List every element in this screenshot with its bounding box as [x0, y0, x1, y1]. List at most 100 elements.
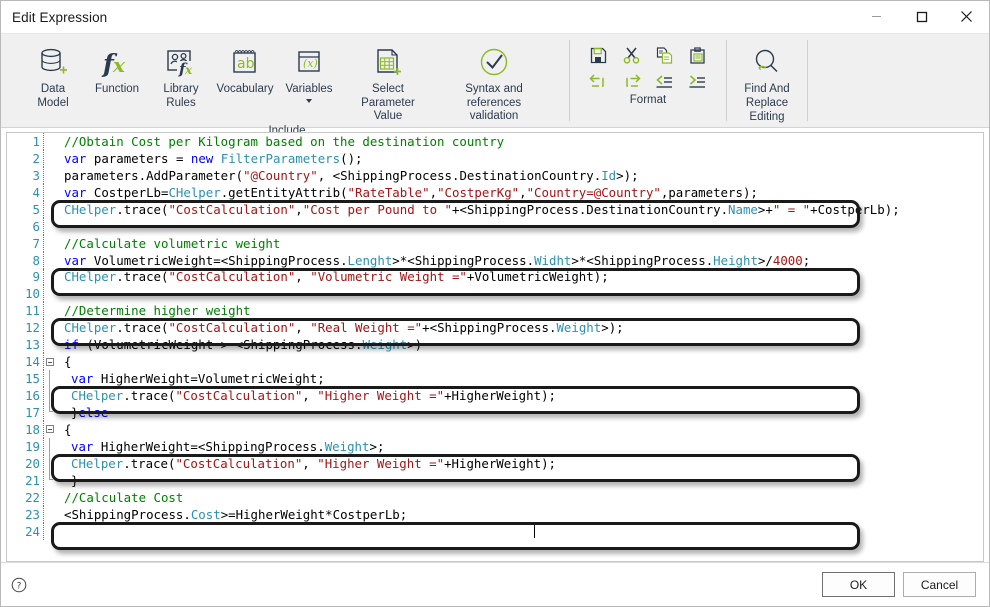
- code-text: parameters.AddParameter("@Country", <Shi…: [64, 167, 639, 183]
- close-button[interactable]: [944, 1, 989, 32]
- code-line[interactable]: 2 var parameters = new FilterParameters()…: [7, 149, 983, 167]
- code-line[interactable]: 13 if (VolumetricWeight > <ShippingProces…: [7, 336, 983, 354]
- code-line[interactable]: 16 CHelper.trace("CostCalculation", "High…: [7, 387, 983, 404]
- outdent-button[interactable]: [650, 69, 679, 94]
- fold-margin[interactable]: [43, 183, 55, 201]
- svg-text:ab: ab: [237, 56, 255, 72]
- fold-guide-line: [49, 454, 50, 472]
- fold-margin[interactable]: [43, 319, 55, 337]
- fold-margin[interactable]: [43, 217, 55, 235]
- fold-collapse-icon[interactable]: [45, 425, 54, 434]
- svg-text:?: ?: [17, 581, 22, 591]
- code-line[interactable]: 9 CHelper.trace("CostCalculation", "Volum…: [7, 268, 983, 286]
- code-text: CHelper.trace("CostCalculation", "Higher…: [71, 455, 556, 471]
- question-mark-circle-icon[interactable]: ?: [10, 576, 28, 594]
- code-line[interactable]: 12 CHelper.trace("CostCalculation", "Real…: [7, 319, 983, 337]
- function-button[interactable]: f x Function: [85, 40, 149, 98]
- footer-button-bar: OK Cancel: [822, 572, 976, 597]
- fold-guide-line: [49, 437, 50, 455]
- function-label: Function: [94, 83, 140, 95]
- syntax-validation-button[interactable]: Syntax and references validation: [435, 40, 553, 125]
- code-line[interactable]: 3 parameters.AddParameter("@Country", <Sh…: [7, 166, 983, 184]
- fold-margin[interactable]: [43, 454, 55, 472]
- variables-button[interactable]: (x) Variables: [277, 40, 341, 104]
- fold-margin[interactable]: [43, 370, 55, 388]
- fold-margin[interactable]: [43, 353, 55, 371]
- chevron-down-icon[interactable]: [306, 98, 312, 103]
- code-line[interactable]: 23 <ShippingProcess.Cost>=HigherWeight*Co…: [7, 505, 983, 523]
- fold-margin[interactable]: [43, 234, 55, 252]
- code-line[interactable]: 8 var VolumetricWeight=<ShippingProcess.L…: [7, 251, 983, 269]
- redo-button[interactable]: [617, 69, 646, 94]
- code-text: }: [71, 472, 79, 488]
- cancel-button[interactable]: Cancel: [903, 572, 976, 597]
- code-line[interactable]: 19 var HigherWeight=<ShippingProcess.Weig…: [7, 437, 983, 455]
- find-and-replace-button[interactable]: Find And Replace: [735, 40, 799, 111]
- library-rules-button[interactable]: f x Library Rules: [149, 40, 213, 111]
- code-line[interactable]: 20 CHelper.trace("CostCalculation", "High…: [7, 454, 983, 472]
- code-lines-container[interactable]: 1 //Obtain Cost per Kilogram based on the…: [7, 133, 983, 561]
- select-parameter-value-button[interactable]: Select Parameter Value: [341, 40, 435, 125]
- code-text: {: [64, 354, 72, 370]
- data-model-button[interactable]: Data Model: [21, 40, 85, 111]
- dialog-footer: ? OK Cancel: [1, 562, 989, 606]
- code-line[interactable]: 17}else: [7, 404, 983, 421]
- fold-margin[interactable]: [43, 505, 55, 523]
- paste-button[interactable]: [683, 42, 712, 69]
- fold-margin[interactable]: [43, 268, 55, 286]
- ok-button[interactable]: OK: [822, 572, 895, 597]
- code-line[interactable]: 15 var HigherWeight=VolumetricWeight;: [7, 370, 983, 388]
- code-line[interactable]: 18 {: [7, 420, 983, 438]
- code-line[interactable]: 5 CHelper.trace("CostCalculation","Cost p…: [7, 200, 983, 218]
- svg-text:x: x: [112, 53, 126, 77]
- fold-collapse-icon[interactable]: [45, 357, 54, 366]
- cut-button[interactable]: [617, 42, 646, 69]
- code-line[interactable]: 11 //Determine higher weight: [7, 302, 983, 320]
- copy-button[interactable]: [650, 42, 679, 69]
- svg-text:x: x: [184, 63, 193, 77]
- indent-button[interactable]: [683, 69, 712, 94]
- fold-margin[interactable]: [43, 133, 55, 150]
- fold-margin[interactable]: [43, 488, 55, 506]
- line-number: 17: [25, 404, 40, 420]
- fold-margin[interactable]: [43, 522, 55, 540]
- undo-arrow-icon: [589, 74, 604, 87]
- fold-margin[interactable]: [43, 336, 55, 354]
- code-line[interactable]: 1 //Obtain Cost per Kilogram based on the…: [7, 133, 983, 150]
- code-line[interactable]: 10: [7, 285, 983, 303]
- code-text: var CostperLb=CHelper.getEntityAttrib("R…: [64, 184, 758, 200]
- data-model-label: Data Model: [37, 83, 69, 109]
- line-number: 22: [25, 489, 40, 505]
- fold-margin[interactable]: [43, 251, 55, 269]
- code-line[interactable]: 4 var CostperLb=CHelper.getEntityAttrib("…: [7, 183, 983, 201]
- fold-margin[interactable]: [43, 471, 55, 489]
- line-number: 19: [25, 438, 40, 454]
- fold-margin[interactable]: [43, 149, 55, 167]
- code-text: CHelper.trace("CostCalculation", "Cost =…: [64, 523, 564, 539]
- expression-editor[interactable]: 1 //Obtain Cost per Kilogram based on the…: [6, 132, 984, 562]
- fold-margin[interactable]: [43, 437, 55, 455]
- undo-button[interactable]: [584, 69, 613, 94]
- ribbon-group-format-label: Format: [629, 94, 667, 106]
- fold-margin[interactable]: [43, 420, 55, 438]
- code-line[interactable]: 21}: [7, 471, 983, 489]
- ribbon-toolbar: Data Model f x Function f x Library Rule…: [1, 34, 989, 137]
- vocabulary-button[interactable]: ab Vocabulary: [213, 40, 277, 98]
- fold-margin[interactable]: [43, 166, 55, 184]
- fold-margin[interactable]: [43, 285, 55, 303]
- redo-arrow-icon: [626, 74, 641, 87]
- maximize-button[interactable]: [899, 1, 944, 32]
- line-number: 13: [25, 337, 40, 353]
- code-line[interactable]: 7 //Calculate volumetric weight: [7, 234, 983, 252]
- code-line[interactable]: 6: [7, 217, 983, 235]
- code-line[interactable]: 14 {: [7, 353, 983, 371]
- fold-margin[interactable]: [43, 200, 55, 218]
- fold-margin[interactable]: [43, 404, 55, 421]
- code-line[interactable]: 24 CHelper.trace("CostCalculation", "Cost…: [7, 522, 983, 540]
- code-line[interactable]: 22 //Calculate Cost: [7, 488, 983, 506]
- window-title: Edit Expression: [12, 9, 108, 25]
- fold-margin[interactable]: [43, 387, 55, 404]
- save-button[interactable]: [584, 42, 613, 69]
- fold-margin[interactable]: [43, 302, 55, 320]
- minimize-button[interactable]: [854, 1, 899, 32]
